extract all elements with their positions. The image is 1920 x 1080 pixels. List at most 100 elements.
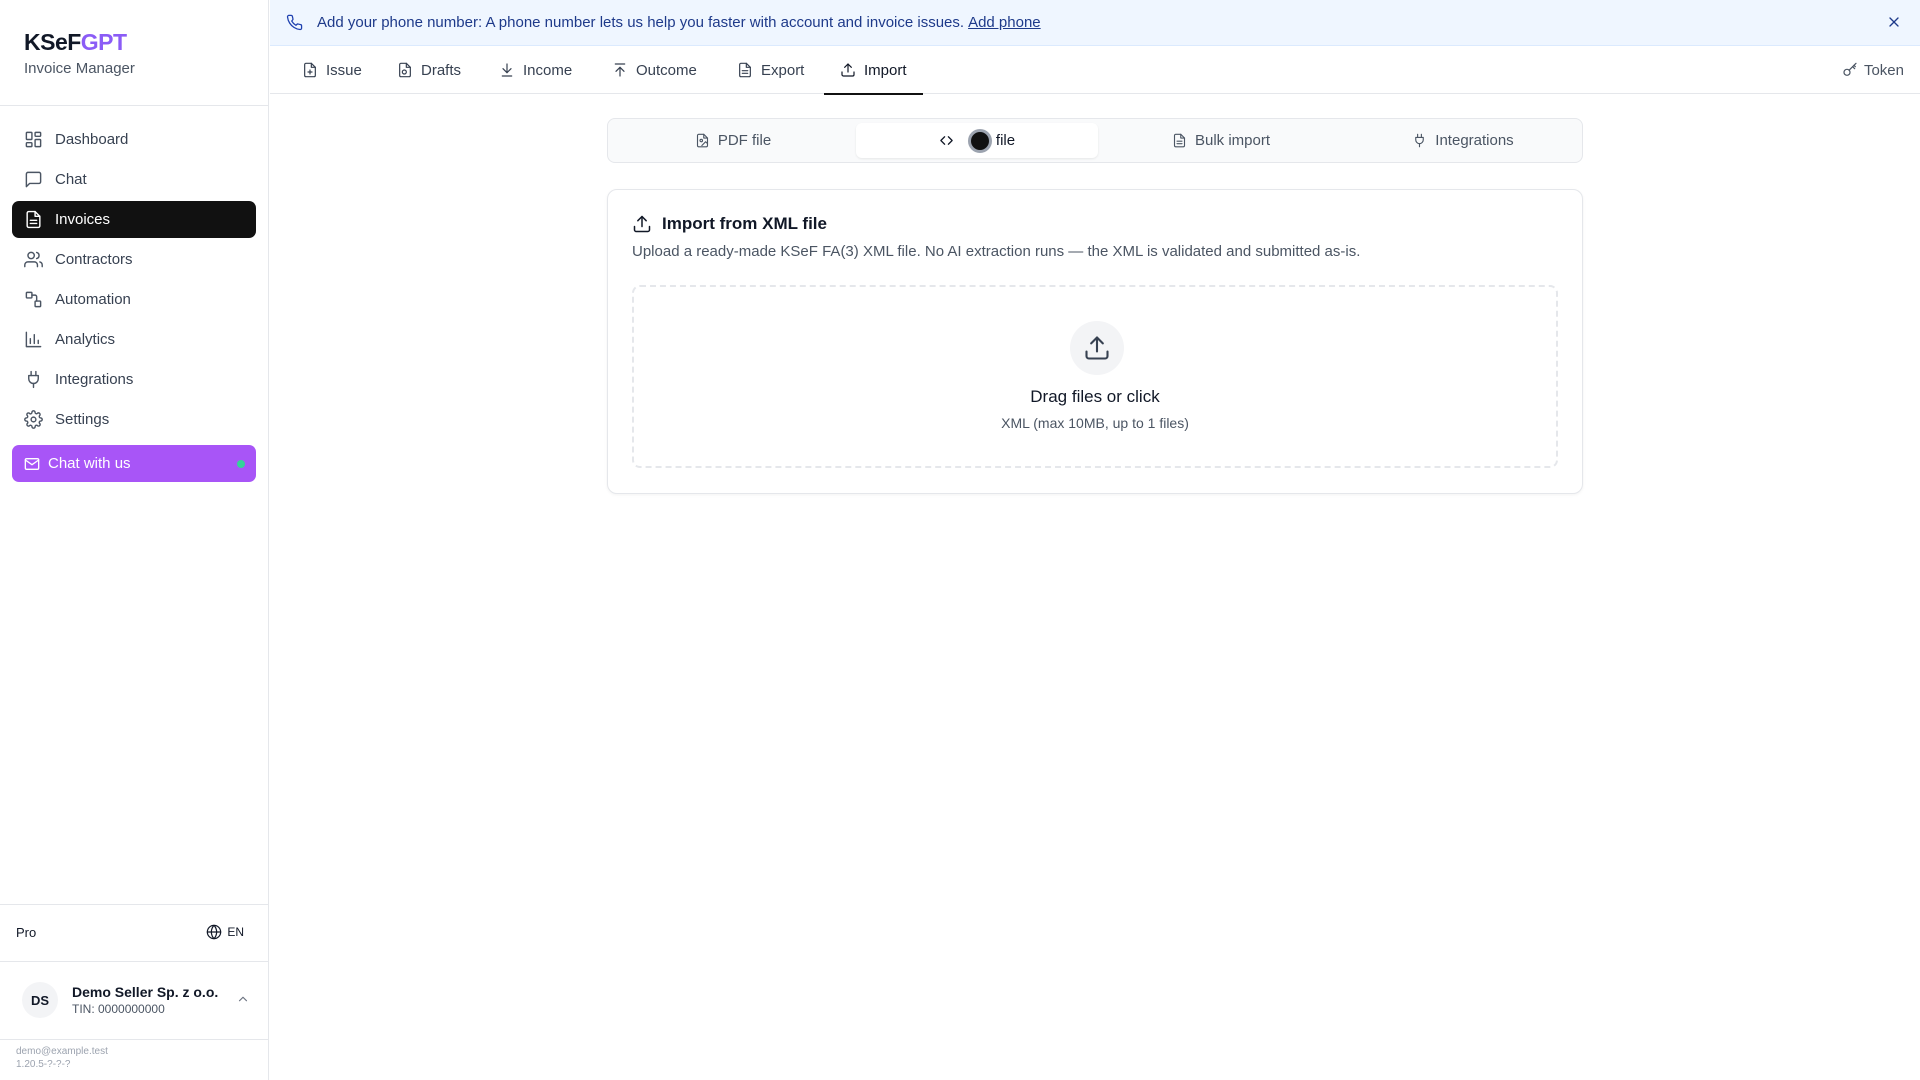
invoice-tabs: Issue Drafts Income Outcome Export Impor… — [270, 46, 1920, 95]
subtab-label: Integrations — [1435, 132, 1514, 149]
plan-row: Pro EN — [16, 924, 244, 940]
download-icon — [499, 62, 515, 78]
avatar: DS — [22, 982, 58, 1018]
sidebar-divider — [0, 1039, 268, 1040]
sidebar-item-label: Integrations — [55, 371, 134, 388]
upload-icon — [632, 214, 652, 234]
dropzone-icon-circle — [1070, 321, 1124, 375]
tab-drafts[interactable]: Drafts — [397, 46, 461, 94]
mail-icon — [24, 456, 40, 472]
brand-subtitle: Invoice Manager — [24, 60, 135, 77]
invoice-icon — [24, 210, 43, 229]
upload-icon — [1083, 334, 1111, 362]
sidebar-divider — [0, 904, 268, 905]
tab-import[interactable]: Import — [824, 46, 922, 95]
account-tin: TIN: 0000000000 — [72, 1002, 165, 1016]
card-description: Upload a ready-made KSeF FA(3) XML file.… — [632, 243, 1361, 260]
upload-icon — [840, 62, 856, 78]
chevron-up-icon — [236, 992, 250, 1006]
sidebar-item-label: Settings — [55, 411, 110, 428]
token-button[interactable]: Token — [1842, 46, 1904, 94]
sidebar-divider — [0, 961, 268, 962]
chat-with-us-label: Chat with us — [48, 455, 131, 472]
file-plus-icon — [302, 62, 318, 78]
card-title-text: Import from XML file — [662, 214, 827, 233]
tab-issue[interactable]: Issue — [302, 46, 362, 94]
sidebar-item-chat[interactable]: Chat — [12, 161, 256, 198]
dashboard-icon — [24, 130, 43, 149]
subtab-label: Bulk import — [1194, 132, 1271, 149]
tab-outcome[interactable]: Outcome — [612, 46, 697, 94]
tab-label: Drafts — [421, 61, 462, 79]
sidebar: KSeFGPT Invoice Manager Dashboard Chat I… — [0, 0, 269, 1080]
chat-icon — [24, 170, 43, 189]
banner-text: Add your phone number: A phone number le… — [317, 14, 965, 31]
chat-with-us-button[interactable]: Chat with us — [12, 445, 256, 482]
file-image-icon — [695, 133, 710, 148]
tab-label: Outcome — [636, 61, 697, 79]
brand-name: KSeF — [24, 29, 81, 55]
close-icon[interactable] — [1886, 14, 1902, 30]
globe-icon — [206, 924, 222, 940]
footer-version: 1.20.5-?-?-? — [16, 1059, 71, 1070]
account-info: Demo Seller Sp. z o.o. TIN: 0000000000 — [72, 984, 218, 1016]
dropzone-subtitle: XML (max 10MB, up to 1 files) — [1001, 415, 1189, 431]
mouse-cursor-indicator — [967, 128, 992, 153]
tab-label: Income — [523, 61, 573, 79]
sidebar-item-label: Chat — [55, 171, 87, 188]
account-switcher[interactable]: DS Demo Seller Sp. z o.o. TIN: 000000000… — [8, 970, 258, 1030]
sidebar-item-settings[interactable]: Settings — [12, 401, 256, 438]
upload-icon — [612, 62, 628, 78]
sidebar-item-analytics[interactable]: Analytics — [12, 321, 256, 358]
sidebar-footer: demo@example.test 1.20.5-?-?-? — [16, 1045, 108, 1071]
sidebar-item-dashboard[interactable]: Dashboard — [12, 121, 256, 158]
add-phone-link[interactable]: Add phone — [968, 14, 1041, 31]
tab-export[interactable]: Export — [737, 46, 804, 94]
language-label: EN — [227, 925, 244, 939]
file-dropzone[interactable]: Drag files or click XML (max 10MB, up to… — [632, 285, 1558, 468]
online-status-dot — [237, 460, 245, 468]
tab-integrations[interactable]: Integrations — [1342, 123, 1584, 158]
brand[interactable]: KSeFGPT Invoice Manager — [24, 28, 135, 77]
brand-name-accent: GPT — [80, 29, 127, 55]
plug-icon — [1412, 133, 1427, 148]
language-switcher[interactable]: EN — [206, 924, 244, 940]
tab-xml-file[interactable]: file — [856, 123, 1098, 158]
tab-pdf-file[interactable]: PDF file — [612, 123, 854, 158]
brand-logo: KSeFGPT — [24, 28, 135, 56]
dropzone-title: Drag files or click — [1030, 387, 1160, 406]
sidebar-item-label: Dashboard — [55, 131, 129, 148]
import-source-tabs: PDF file file Bulk import Integrations — [607, 118, 1583, 163]
automation-icon — [24, 290, 43, 309]
tab-label: Export — [761, 61, 805, 79]
plan-label: Pro — [16, 924, 37, 940]
phone-icon — [286, 14, 303, 31]
users-icon — [24, 250, 43, 269]
sidebar-item-label: Invoices — [55, 211, 111, 228]
sidebar-item-automation[interactable]: Automation — [12, 281, 256, 318]
card-title: Import from XML file — [632, 214, 827, 234]
token-label: Token — [1863, 61, 1904, 79]
tab-income[interactable]: Income — [499, 46, 572, 94]
code-icon — [939, 133, 954, 148]
sidebar-item-integrations[interactable]: Integrations — [12, 361, 256, 398]
sidebar-item-label: Contractors — [55, 251, 133, 268]
footer-email: demo@example.test — [16, 1046, 108, 1057]
sidebar-divider — [0, 105, 268, 106]
analytics-icon — [24, 330, 43, 349]
sidebar-item-contractors[interactable]: Contractors — [12, 241, 256, 278]
gear-icon — [24, 410, 43, 429]
tab-bulk-import[interactable]: Bulk import — [1100, 123, 1342, 158]
sidebar-item-invoices[interactable]: Invoices — [12, 201, 256, 238]
tab-label: Issue — [326, 61, 362, 79]
subtab-label: file — [995, 132, 1016, 149]
sidebar-item-label: Automation — [55, 291, 131, 308]
account-name: Demo Seller Sp. z o.o. — [72, 984, 219, 1000]
plug-icon — [24, 370, 43, 389]
sidebar-nav: Dashboard Chat Invoices Contractors Auto… — [12, 121, 256, 441]
file-text-icon — [737, 62, 753, 78]
import-xml-card: Import from XML file Upload a ready-made… — [607, 189, 1583, 494]
file-text-icon — [1172, 133, 1187, 148]
subtab-label: PDF file — [717, 132, 772, 149]
tab-label: Import — [864, 61, 907, 79]
